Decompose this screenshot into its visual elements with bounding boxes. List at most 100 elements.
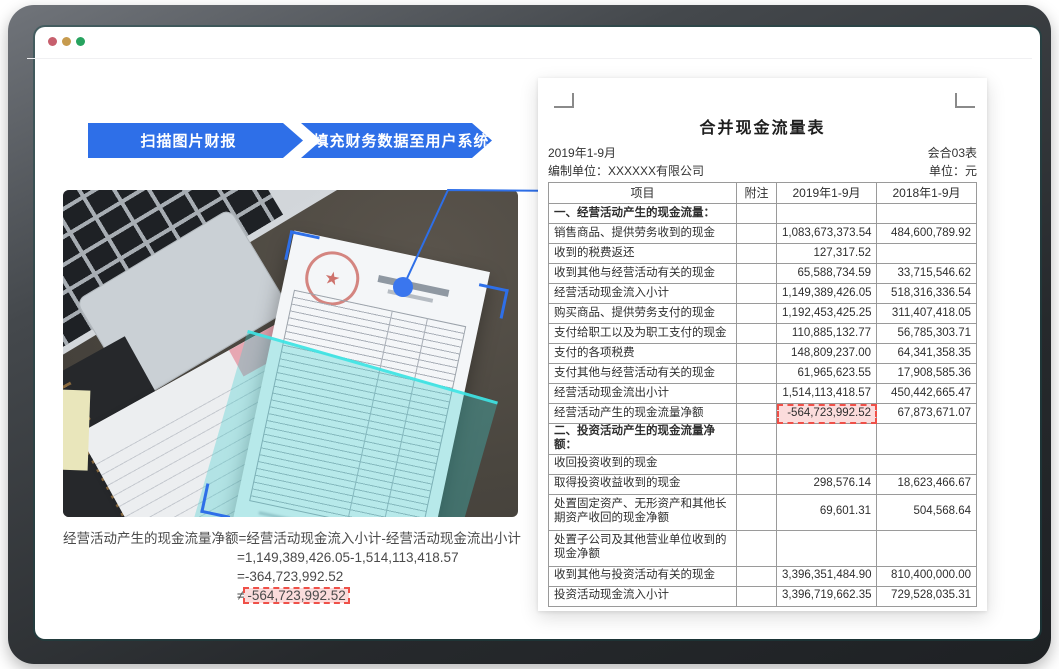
row-value-2019	[777, 424, 877, 455]
row-value-2018: 67,873,671.07	[877, 404, 977, 424]
row-label: 收到的税费返还	[549, 244, 737, 264]
table-row: 处置固定资产、无形资产和其他长期资产收回的现金净额69,601.31504,56…	[549, 494, 977, 530]
row-note	[737, 586, 777, 606]
row-value-2019: 61,965,623.55	[777, 364, 877, 384]
row-note	[737, 364, 777, 384]
row-label: 收到其他与投资活动有关的现金	[549, 566, 737, 586]
row-note	[737, 494, 777, 530]
mismatched-value: -564,723,992.52	[244, 588, 348, 603]
col-2018: 2018年1-9月	[877, 183, 977, 204]
step-fill-label: 填充财务数据至用户系统	[313, 130, 489, 151]
step-scan-label: 扫描图片财报	[140, 130, 236, 151]
cash-flow-table: 项目 附注 2019年1-9月 2018年1-9月 一、经营活动产生的现金流量：…	[548, 182, 977, 607]
formula-line-1: 经营活动产生的现金流量净额=经营活动现金流入小计-经营活动现金流出小计	[63, 529, 533, 548]
row-value-2018: 311,407,418.05	[877, 304, 977, 324]
row-value-2018: 33,715,546.62	[877, 264, 977, 284]
table-row: 经营活动现金流出小计 1,514,113,418.57450,442,665.47	[549, 384, 977, 404]
statement-meta-row: 编制单位：XXXXXX有限公司 单位：元	[548, 162, 977, 179]
formula-line-4: ≠-564,723,992.52	[237, 586, 533, 605]
step-fill-banner[interactable]: 填充财务数据至用户系统	[301, 123, 492, 158]
row-note	[737, 304, 777, 324]
table-row: 支付给职工以及为职工支付的现金110,885,132.7756,785,303.…	[549, 324, 977, 344]
row-note	[737, 424, 777, 455]
row-value-2018	[877, 244, 977, 264]
table-row: 投资活动现金流入小计3,396,719,662.35729,528,035.31	[549, 586, 977, 606]
row-note	[737, 404, 777, 424]
maximize-window-icon[interactable]	[76, 37, 85, 46]
row-value-2018: 504,568.64	[877, 494, 977, 530]
scan-bracket-bottom-left	[200, 483, 236, 517]
col-item: 项目	[549, 183, 737, 204]
corner-mark-left	[554, 93, 574, 108]
row-note	[737, 344, 777, 364]
row-value-2019	[777, 454, 877, 474]
formula-line-3: =-364,723,992.52	[237, 567, 533, 586]
row-label: 二、投资活动产生的现金流量净额：	[549, 424, 737, 455]
row-value-2019: 148,809,237.00	[777, 344, 877, 364]
row-note	[737, 530, 777, 566]
row-value-2018: 810,400,000.00	[877, 566, 977, 586]
table-row: 经营活动现金流入小计 1,149,389,426.05518,316,336.54	[549, 284, 977, 304]
row-note	[737, 454, 777, 474]
statement-title: 合并现金流量表	[538, 114, 987, 138]
row-note	[737, 324, 777, 344]
row-label: 收回投资收到的现金	[549, 454, 737, 474]
close-window-icon[interactable]	[48, 37, 57, 46]
statement-unit: 单位：元	[929, 162, 977, 179]
col-note: 附注	[737, 183, 777, 204]
scan-bracket-top-right	[473, 283, 509, 319]
header-divider	[27, 58, 1032, 59]
row-value-2019: 1,514,113,418.57	[777, 384, 877, 404]
row-label: 处置固定资产、无形资产和其他长期资产收回的现金净额	[549, 494, 737, 530]
row-value-2018: 64,341,358.35	[877, 344, 977, 364]
verification-formula: 经营活动产生的现金流量净额=经营活动现金流入小计-经营活动现金流出小计 =1,1…	[63, 529, 533, 605]
col-2019: 2019年1-9月	[777, 183, 877, 204]
row-value-2018	[877, 424, 977, 455]
table-row: 取得投资收益收到的现金298,576.1418,623,466.67	[549, 474, 977, 494]
row-value-2018: 18,623,466.67	[877, 474, 977, 494]
corner-mark-right	[955, 93, 975, 108]
row-label: 收到其他与经营活动有关的现金	[549, 264, 737, 284]
row-value-2019: 298,576.14	[777, 474, 877, 494]
row-value-2018	[877, 204, 977, 224]
table-header-row: 项目 附注 2019年1-9月 2018年1-9月	[549, 183, 977, 204]
formula-line-2: =1,149,389,426.05-1,514,113,418.57	[237, 548, 533, 567]
row-value-2019: 1,149,389,426.05	[777, 284, 877, 304]
row-value-2019: 127,317.52	[777, 244, 877, 264]
minimize-window-icon[interactable]	[62, 37, 71, 46]
table-row: 销售商品、提供劳务收到的现金 1,083,673,373.54484,600,78…	[549, 224, 977, 244]
table-row: 购买商品、提供劳务支付的现金1,192,453,425.25311,407,41…	[549, 304, 977, 324]
row-note	[737, 284, 777, 304]
row-note	[737, 224, 777, 244]
table-row: 收到其他与投资活动有关的现金 3,396,351,484.90810,400,00…	[549, 566, 977, 586]
row-value-2018: 518,316,336.54	[877, 284, 977, 304]
row-label: 经营活动现金流入小计	[549, 284, 737, 304]
row-value-2019: 1,192,453,425.25	[777, 304, 877, 324]
step-scan-banner[interactable]: 扫描图片财报	[88, 123, 303, 158]
row-label: 经营活动现金流出小计	[549, 384, 737, 404]
row-label: 经营活动产生的现金流量净额	[549, 404, 737, 424]
row-value-2018	[877, 454, 977, 474]
row-value-2018: 450,442,665.47	[877, 384, 977, 404]
row-label: 一、经营活动产生的现金流量：	[549, 204, 737, 224]
table-row: 收到的税费返还 127,317.52	[549, 244, 977, 264]
row-label: 销售商品、提供劳务收到的现金	[549, 224, 737, 244]
table-row: 处置子公司及其他营业单位收到的现金净额	[549, 530, 977, 566]
row-label: 投资活动现金流入小计	[549, 586, 737, 606]
row-note	[737, 244, 777, 264]
row-label: 支付的各项税费	[549, 344, 737, 364]
table-row: 经营活动产生的现金流量净额 -564,723,992.5267,873,671.0…	[549, 404, 977, 424]
row-value-2019: 1,083,673,373.54	[777, 224, 877, 244]
row-value-2019: 110,885,132.77	[777, 324, 877, 344]
scan-bracket-top-left	[284, 230, 320, 266]
row-note	[737, 474, 777, 494]
row-value-2019: 3,396,351,484.90	[777, 566, 877, 586]
row-value-2018	[877, 530, 977, 566]
table-row: 收到其他与经营活动有关的现金 65,588,734.5933,715,546.62	[549, 264, 977, 284]
row-value-2019: -564,723,992.52	[777, 404, 877, 424]
statement-prepared-by: 编制单位：XXXXXX有限公司	[548, 162, 704, 179]
row-value-2019	[777, 530, 877, 566]
row-value-2018: 484,600,789.92	[877, 224, 977, 244]
row-value-2018: 17,908,585.36	[877, 364, 977, 384]
row-value-2019: 65,588,734.59	[777, 264, 877, 284]
